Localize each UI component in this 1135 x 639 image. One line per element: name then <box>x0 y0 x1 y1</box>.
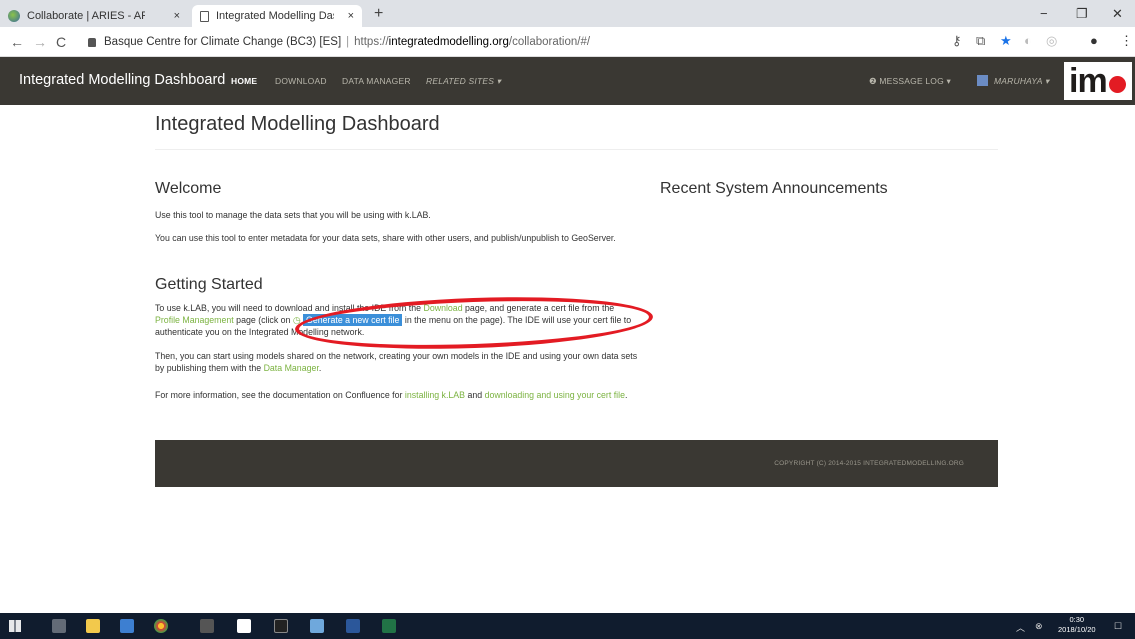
windows-start-icon[interactable] <box>9 620 21 632</box>
minimize-button[interactable]: − <box>1040 6 1048 21</box>
page-title: Integrated Modelling Dashboard <box>155 113 440 135</box>
translate-icon[interactable]: ⧉ <box>976 33 985 49</box>
title-divider <box>155 149 998 150</box>
lock-icon <box>88 37 96 47</box>
text: Then, you can start using models shared … <box>155 351 638 373</box>
user-dropdown[interactable]: MARUHAYA ▾ <box>994 76 1049 87</box>
taskbar-clock[interactable]: 0:30 2018/10/20 <box>1058 615 1096 635</box>
getting-started-paragraph-3: For more information, see the documentat… <box>155 389 640 401</box>
new-tab-button[interactable]: + <box>374 5 383 23</box>
message-log-dropdown[interactable]: ❷ MESSAGE LOG ▾ <box>869 76 951 87</box>
menu-icon[interactable]: ⋮ <box>1120 33 1133 49</box>
browser-tab-dashboard[interactable]: Integrated Modelling Dashboard × <box>192 5 362 27</box>
copyright-text: COPYRIGHT (C) 2014-2015 INTEGRATEDMODELL… <box>774 460 964 467</box>
reload-button[interactable]: C <box>56 34 66 50</box>
app-icon-1[interactable] <box>200 619 214 633</box>
welcome-paragraph-1: Use this tool to manage the data sets th… <box>155 210 431 220</box>
word-icon[interactable] <box>346 619 360 633</box>
welcome-heading: Welcome <box>155 180 222 197</box>
url-path: /collaboration/#/ <box>508 36 591 48</box>
brand-title[interactable]: Integrated Modelling Dashboard <box>19 72 225 88</box>
window-close-button[interactable]: ✕ <box>1112 6 1123 22</box>
maximize-button[interactable]: ❐ <box>1076 6 1088 22</box>
browser-tab-aries[interactable]: Collaborate | ARIES - ARtificial In × <box>0 5 188 27</box>
url-separator: | <box>346 36 350 48</box>
url-field[interactable]: Basque Centre for Climate Change (BC3) [… <box>88 31 938 53</box>
notifications-icon[interactable]: ☐ <box>1114 621 1122 632</box>
cert-file-docs-link[interactable]: downloading and using your cert file <box>485 390 625 400</box>
text: For more information, see the documentat… <box>155 390 405 400</box>
tray-chevron-icon[interactable]: ︿ <box>1016 621 1025 634</box>
clock-time: 0:30 <box>1069 615 1085 624</box>
tab-title: Collaborate | ARIES - ARtificial In <box>27 10 145 22</box>
task-view-icon[interactable] <box>52 619 66 633</box>
tab-close-icon[interactable]: × <box>174 10 180 22</box>
text: . <box>624 390 628 400</box>
tab-title: Integrated Modelling Dashboard <box>216 10 334 22</box>
windows-taskbar: ︿ ⊗ 0:30 2018/10/20 ☐ <box>0 613 1135 639</box>
k-app-icon[interactable] <box>237 619 251 633</box>
bookmark-star-icon[interactable]: ★ <box>1000 33 1012 49</box>
announcements-heading: Recent System Announcements <box>660 180 888 197</box>
browser-tab-strip: Collaborate | ARIES - ARtificial In × In… <box>0 0 1135 27</box>
chrome-icon[interactable] <box>154 619 168 633</box>
key-icon[interactable]: ⚷ <box>952 33 962 49</box>
installing-klab-link[interactable]: installing k.LAB <box>405 390 465 400</box>
text: page (click on <box>233 315 293 325</box>
app-icon-3[interactable] <box>310 619 324 633</box>
extension-icon[interactable]: ◐ <box>1024 33 1032 48</box>
nav-related-sites[interactable]: RELATED SITES ▾ <box>426 76 501 87</box>
back-button[interactable]: ← <box>10 34 24 50</box>
welcome-paragraph-2: You can use this tool to enter metadata … <box>155 233 616 243</box>
imo-logo: im <box>1064 62 1132 100</box>
text: and <box>465 390 485 400</box>
extension2-icon[interactable]: ◎ <box>1046 33 1057 49</box>
mail-icon[interactable] <box>120 619 134 633</box>
page-footer: COPYRIGHT (C) 2014-2015 INTEGRATEDMODELL… <box>155 440 998 487</box>
tray-status-icon[interactable]: ⊗ <box>1035 621 1043 632</box>
url-host: integratedmodelling.org <box>388 36 509 48</box>
page-icon <box>200 10 209 22</box>
profile-icon[interactable]: ● <box>1090 33 1098 48</box>
user-avatar <box>977 75 988 86</box>
site-identity: Basque Centre for Climate Change (BC3) [… <box>104 36 342 48</box>
globe-icon <box>8 10 20 22</box>
excel-icon[interactable] <box>382 619 396 633</box>
nav-download[interactable]: DOWNLOAD <box>275 76 327 86</box>
getting-started-paragraph-2: Then, you can start using models shared … <box>155 350 640 374</box>
clock-date: 2018/10/20 <box>1058 625 1096 634</box>
forward-button[interactable]: → <box>33 34 47 50</box>
getting-started-heading: Getting Started <box>155 276 263 293</box>
data-manager-link[interactable]: Data Manager <box>264 363 319 373</box>
site-navbar: Integrated Modelling Dashboard HOME DOWN… <box>0 57 1135 105</box>
app-icon-2[interactable] <box>274 619 288 633</box>
url-prefix: https:// <box>354 36 389 48</box>
file-explorer-icon[interactable] <box>86 619 100 633</box>
logo-dot <box>1108 75 1126 93</box>
tab-close-icon[interactable]: × <box>348 10 354 22</box>
profile-management-link[interactable]: Profile Management <box>155 315 234 325</box>
text: . <box>318 363 322 373</box>
nav-data-manager[interactable]: DATA MANAGER <box>342 76 411 86</box>
address-bar-row: ← → C Basque Centre for Climate Change (… <box>0 27 1135 57</box>
nav-home[interactable]: HOME <box>231 76 257 86</box>
logo-text: im <box>1069 62 1108 100</box>
